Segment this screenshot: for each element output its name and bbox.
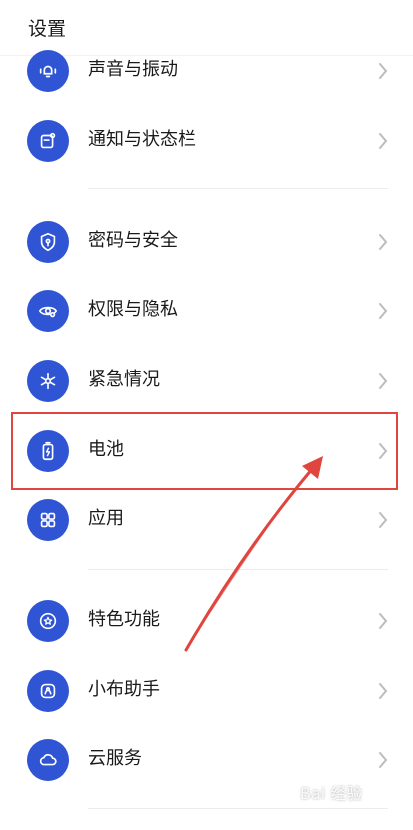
chevron-right-icon <box>379 373 388 389</box>
cloud-icon <box>27 739 69 781</box>
settings-item-label: 小布助手 <box>88 679 160 700</box>
emergency-icon <box>27 360 69 402</box>
chevron-right-icon <box>379 512 388 528</box>
apps-grid-icon <box>27 499 69 541</box>
assistant-icon <box>27 670 69 712</box>
section-divider <box>88 808 388 809</box>
settings-item-label: 电池 <box>88 439 124 460</box>
chevron-right-icon <box>379 133 388 149</box>
settings-item-notifications[interactable]: 通知与状态栏 <box>0 108 413 174</box>
settings-item-security[interactable]: 密码与安全 <box>0 209 413 275</box>
chevron-right-icon <box>379 234 388 250</box>
star-circle-icon <box>27 600 69 642</box>
settings-item-sound[interactable]: 声音与振动 <box>0 38 413 104</box>
settings-item-label: 云服务 <box>88 748 142 769</box>
settings-item-label: 权限与隐私 <box>88 299 178 320</box>
section-divider <box>88 569 388 570</box>
shield-lock-icon <box>27 221 69 263</box>
chevron-right-icon <box>379 63 388 79</box>
page-title: 设置 <box>28 18 67 40</box>
settings-item-label: 通知与状态栏 <box>88 129 196 150</box>
bell-vibrate-icon <box>27 50 69 92</box>
chevron-right-icon <box>379 613 388 629</box>
chevron-right-icon <box>379 443 388 459</box>
settings-item-features[interactable]: 特色功能 <box>0 588 413 654</box>
settings-item-label: 应用 <box>88 508 124 529</box>
settings-item-emergency[interactable]: 紧急情况 <box>0 348 413 414</box>
notification-icon <box>27 120 69 162</box>
settings-item-label: 密码与安全 <box>88 230 178 251</box>
settings-item-assistant[interactable]: 小布助手 <box>0 658 413 724</box>
chevron-right-icon <box>379 303 388 319</box>
watermark: Bai 经验 <box>300 784 363 803</box>
chevron-right-icon <box>379 752 388 768</box>
settings-item-label: 紧急情况 <box>88 369 160 390</box>
battery-icon <box>27 430 69 472</box>
section-divider <box>88 188 388 189</box>
chevron-right-icon <box>379 683 388 699</box>
settings-item-label: 特色功能 <box>88 609 160 630</box>
settings-item-apps[interactable]: 应用 <box>0 487 413 553</box>
settings-item-battery[interactable]: 电池 <box>0 418 413 484</box>
settings-item-privacy[interactable]: 权限与隐私 <box>0 278 413 344</box>
settings-item-label: 声音与振动 <box>88 59 178 80</box>
eye-privacy-icon <box>27 290 69 332</box>
